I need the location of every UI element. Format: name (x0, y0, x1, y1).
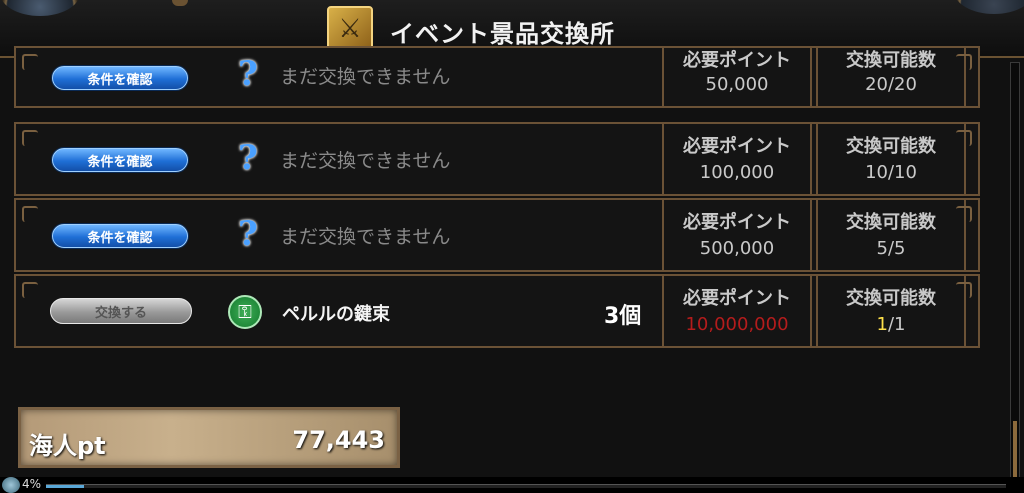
exchange-row: 条件を確認 ? まだ交換できません 必要ポイント 100,000 交換可能数 1… (14, 122, 980, 196)
points-balance-value: 77,443 (292, 426, 385, 454)
progress-percent: 4% (22, 477, 42, 491)
points-label: 必要ポイント (683, 212, 791, 233)
key-bundle-icon: ⚿ (228, 295, 262, 329)
points-label: 必要ポイント (683, 136, 791, 157)
question-icon: ? (238, 54, 258, 94)
qty-cell: 交換可能数 5/5 (816, 200, 966, 270)
ornament-notch (172, 0, 188, 6)
qty-label: 交換可能数 (846, 50, 936, 71)
qty-label: 交換可能数 (846, 288, 936, 309)
points-cell: 必要ポイント 50,000 (662, 48, 812, 106)
qty-value: 5/5 (876, 238, 906, 259)
qty-value: 1/1 (818, 314, 964, 335)
progress-fill (46, 485, 85, 488)
progress-bar (46, 484, 1006, 488)
qty-cell: 交換可能数 10/10 (816, 124, 966, 194)
points-value: 10,000,000 (685, 314, 789, 335)
exchange-row: 条件を確認 ? まだ交換できません 必要ポイント 50,000 交換可能数 20… (14, 46, 980, 108)
check-conditions-button[interactable]: 条件を確認 (52, 148, 188, 172)
check-conditions-button[interactable]: 条件を確認 (52, 66, 188, 90)
question-icon: ? (238, 138, 258, 178)
qty-total: /1 (887, 314, 906, 335)
status-text: まだ交換できません (280, 66, 451, 88)
qty-label: 交換可能数 (846, 212, 936, 233)
points-cell: 必要ポイント 10,000,000 (662, 276, 812, 346)
status-orb-icon (2, 477, 20, 493)
exchange-row: 交換する ⚿ ペルルの鍵束 3個 必要ポイント 10,000,000 交換可能数… (14, 274, 980, 348)
status-text: まだ交換できません (280, 226, 451, 248)
check-conditions-button[interactable]: 条件を確認 (52, 224, 188, 248)
qty-value: 10/10 (865, 162, 917, 183)
question-icon: ? (238, 214, 258, 254)
exchange-button[interactable]: 交換する (50, 298, 192, 324)
qty-cell: 交換可能数 1/1 (816, 276, 966, 346)
exchange-row: 条件を確認 ? まだ交換できません 必要ポイント 500,000 交換可能数 5… (14, 198, 980, 272)
points-balance-label: 海人pt (29, 432, 106, 460)
status-text: まだ交換できません (280, 150, 451, 172)
points-cell: 必要ポイント 500,000 (662, 200, 812, 270)
page-title: イベント景品交換所 (390, 20, 615, 48)
scrollbar[interactable] (1010, 62, 1020, 482)
points-value: 50,000 (705, 74, 769, 95)
item-count: 3個 (604, 304, 642, 329)
qty-label: 交換可能数 (846, 136, 936, 157)
scrollbar-thumb[interactable] (1013, 421, 1017, 479)
points-label: 必要ポイント (683, 288, 791, 309)
qty-cell: 交換可能数 20/20 (816, 48, 966, 106)
item-name: ペルルの鍵束 (282, 304, 390, 325)
ornament-left (0, 0, 80, 16)
qty-current: 1 (876, 314, 888, 335)
qty-value: 20/20 (865, 74, 917, 95)
ornament-right (954, 0, 1024, 14)
points-balance-box: 海人pt 77,443 (18, 407, 400, 468)
points-label: 必要ポイント (683, 50, 791, 71)
points-value: 100,000 (699, 162, 775, 183)
points-cell: 必要ポイント 100,000 (662, 124, 812, 194)
points-value: 500,000 (699, 238, 775, 259)
bottom-status-bar: 4% (0, 477, 1024, 493)
